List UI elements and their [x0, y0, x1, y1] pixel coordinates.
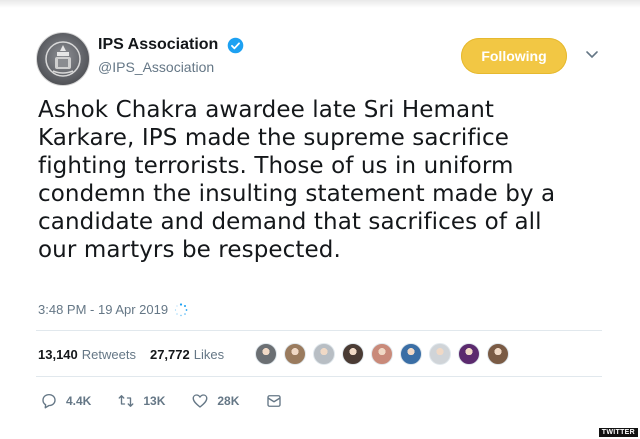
tweet-text-line: our martyrs be respected.: [38, 237, 341, 263]
tweet-stats: 13,140 Retweets 27,772 Likes: [38, 342, 238, 366]
top-shadow: [0, 0, 640, 8]
tweet-text: Ashok Chakra awardee late Sri Hemant Kar…: [38, 96, 608, 264]
chevron-down-icon[interactable]: [584, 46, 600, 62]
tweet-header: IPS Association @IPS_Association Followi…: [36, 28, 616, 90]
account-handle[interactable]: @IPS_Association: [98, 59, 244, 75]
tweet-text-line: condemn the insulting statement made by …: [38, 181, 556, 207]
direct-message-button[interactable]: [265, 392, 283, 410]
retweets-label[interactable]: Retweets: [82, 347, 136, 362]
envelope-icon: [267, 395, 282, 407]
following-button[interactable]: Following: [461, 38, 567, 74]
retweet-count: 13K: [143, 394, 166, 408]
liker-avatar[interactable]: [400, 343, 422, 365]
police-emblem-icon: [45, 41, 81, 77]
avatar[interactable]: [36, 32, 90, 86]
liker-avatar[interactable]: [487, 343, 509, 365]
heart-icon: [192, 394, 208, 408]
liker-avatar[interactable]: [255, 343, 277, 365]
tweet-text-line: fighting terrorists. Those of us in unif…: [38, 153, 514, 179]
display-name[interactable]: IPS Association: [98, 36, 218, 54]
reply-icon: [42, 393, 56, 409]
tweet-actions: 4.4K 13K 28K: [40, 390, 309, 412]
likes-label[interactable]: Likes: [194, 347, 224, 362]
retweet-icon: [118, 395, 134, 407]
likes-count[interactable]: 27,772: [150, 347, 190, 362]
like-count: 28K: [217, 394, 240, 408]
liker-avatar[interactable]: [313, 343, 335, 365]
divider: [36, 376, 602, 377]
liker-avatars: [255, 342, 516, 366]
tweet-text-line: Ashok Chakra awardee late Sri Hemant: [38, 97, 495, 123]
divider: [36, 330, 602, 331]
reply-count: 4.4K: [66, 394, 92, 408]
timestamp-text[interactable]: 3:48 PM - 19 Apr 2019: [38, 302, 168, 317]
retweet-button[interactable]: 13K: [117, 392, 165, 410]
liker-avatar[interactable]: [371, 343, 393, 365]
reply-button[interactable]: 4.4K: [40, 392, 91, 410]
tweet-text-line: candidate and demand that sacrifices of …: [38, 209, 542, 235]
tweet-card: IPS Association @IPS_Association Followi…: [0, 0, 640, 439]
liker-avatar[interactable]: [284, 343, 306, 365]
retweets-count[interactable]: 13,140: [38, 347, 78, 362]
like-button[interactable]: 28K: [191, 392, 239, 410]
watermark: TWITTER: [598, 428, 638, 437]
liker-avatar[interactable]: [342, 343, 364, 365]
name-block: IPS Association @IPS_Association: [98, 36, 244, 75]
liker-avatar[interactable]: [429, 343, 451, 365]
verified-badge-icon: [227, 37, 244, 53]
tweet-text-line: Karkare, IPS made the supreme sacrifice: [38, 125, 510, 151]
loading-spinner-icon: [174, 302, 188, 316]
liker-avatar[interactable]: [458, 343, 480, 365]
tweet-timestamp: 3:48 PM - 19 Apr 2019: [38, 302, 188, 317]
